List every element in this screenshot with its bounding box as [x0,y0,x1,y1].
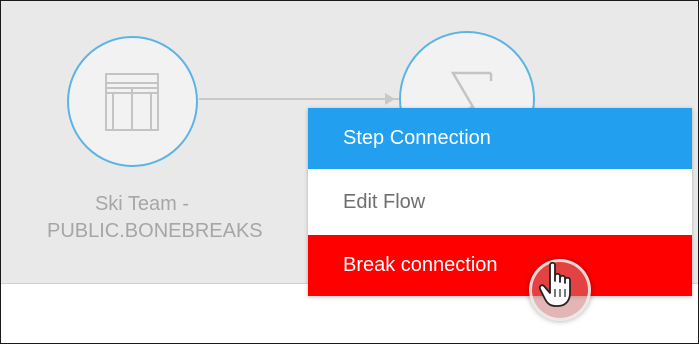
connection-context-menu: Step Connection Edit Flow Break connecti… [308,108,692,296]
menu-item-label: Step Connection [343,127,491,149]
connection-line[interactable] [199,98,399,100]
source-node-label-line1: Ski Team - [94,193,190,215]
menu-item-label: Edit Flow [343,191,426,213]
menu-item-edit-flow[interactable]: Edit Flow [308,171,692,233]
hand-pointer-icon [538,261,571,307]
flow-canvas[interactable]: Ski Team - PUBLIC.BONEBREAKS Step Connec… [1,1,698,321]
source-node[interactable] [67,36,198,167]
connection-arrow-icon [385,93,395,105]
source-node-label: Ski Team - PUBLIC.BONEBREAKS [47,191,263,245]
screenshot-frame: Ski Team - PUBLIC.BONEBREAKS Step Connec… [0,0,699,344]
source-node-label-line2: PUBLIC.BONEBREAKS [47,220,263,242]
table-icon [105,73,159,131]
menu-item-label: Break connection [343,254,498,276]
menu-item-step-connection[interactable]: Step Connection [308,108,692,169]
menu-item-break-connection[interactable]: Break connection [308,235,692,296]
